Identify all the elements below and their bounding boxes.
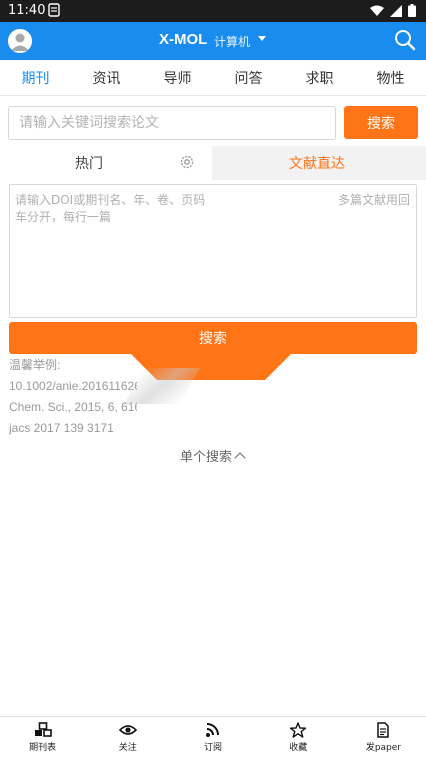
example-line: 10.1002/anie.201611626 xyxy=(9,379,137,393)
nav-journal-list[interactable]: 期刊表 xyxy=(0,717,85,758)
nav-label: 期刊表 xyxy=(29,743,57,753)
status-bar: 11:40 xyxy=(0,0,426,22)
bottom-nav: 期刊表 关注 订阅 收藏 发paper xyxy=(0,716,426,758)
sub-tabs: 热门 文献直达 xyxy=(0,146,426,180)
battery-icon xyxy=(408,4,416,17)
doi-placeholder-line2: 车分开，每行一篇 xyxy=(15,210,112,224)
nav-follow[interactable]: 关注 xyxy=(85,717,170,758)
chevron-up-icon xyxy=(234,451,246,464)
tab-hot[interactable]: 热门 xyxy=(0,146,212,180)
example-line: Chem. Sci., 2015, 6, 6165 xyxy=(9,400,137,414)
nav-label: 关注 xyxy=(118,743,137,753)
notification-icon xyxy=(48,3,60,20)
nav-label: 发paper xyxy=(365,743,401,753)
example-line: jacs 2017 139 3171 xyxy=(9,421,114,435)
doi-search-button[interactable]: 搜索 xyxy=(9,322,417,354)
eye-icon xyxy=(118,725,137,735)
examples: 温馨举例: 10.1002/anie.201611626 Chem. Sci.,… xyxy=(9,355,137,439)
app-bar: X-MOL 计算机 xyxy=(0,22,426,60)
nav-subscribe[interactable]: 订阅 xyxy=(170,717,255,758)
tab-news[interactable]: 资讯 xyxy=(85,68,129,88)
chevron-down-icon[interactable] xyxy=(258,36,266,41)
subject-selector[interactable]: 计算机 xyxy=(214,33,250,50)
examples-title: 温馨举例: xyxy=(9,358,61,372)
doi-placeholder-right: 多篇文献用回 xyxy=(337,193,410,207)
tab-journal[interactable]: 期刊 xyxy=(14,68,58,88)
tab-direct-label: 文献直达 xyxy=(289,156,345,172)
wifi-icon xyxy=(370,5,384,16)
tab-jobs[interactable]: 求职 xyxy=(298,68,342,88)
tab-properties[interactable]: 物性 xyxy=(369,68,413,88)
search-icon[interactable] xyxy=(394,29,416,51)
tab-qa[interactable]: 问答 xyxy=(227,68,271,88)
nav-post-paper[interactable]: 发paper xyxy=(341,717,426,758)
nav-favorites[interactable]: 收藏 xyxy=(256,717,341,758)
search-button[interactable]: 搜索 xyxy=(344,106,418,139)
doi-textarea[interactable]: 请输入DOI或期刊名、年、卷、页码 多篇文献用回 车分开，每行一篇 xyxy=(9,184,417,318)
search-input[interactable] xyxy=(8,106,336,140)
document-icon xyxy=(377,722,390,738)
nav-label: 订阅 xyxy=(204,743,223,753)
tab-supervisor[interactable]: 导师 xyxy=(156,68,200,88)
app-brand: X-MOL xyxy=(159,31,208,48)
tab-hot-label: 热门 xyxy=(75,156,103,172)
single-search-label: 单个搜索 xyxy=(180,450,233,465)
signal-icon xyxy=(390,4,402,17)
doi-placeholder-line1: 请输入DOI或期刊名、年、卷、页码 xyxy=(15,193,206,207)
user-icon xyxy=(8,29,32,53)
tab-direct-access[interactable]: 文献直达 xyxy=(212,146,426,180)
rss-icon xyxy=(206,723,219,737)
single-search-toggle[interactable]: 单个搜索 xyxy=(180,446,246,465)
gear-icon[interactable] xyxy=(179,154,195,170)
star-icon xyxy=(290,722,307,738)
category-tabs: 期刊 资讯 导师 问答 求职 物性 xyxy=(0,60,426,96)
nav-label: 收藏 xyxy=(289,743,308,753)
search-row: 搜索 xyxy=(8,106,418,140)
avatar[interactable] xyxy=(8,29,32,53)
cubes-icon xyxy=(34,722,52,737)
status-time: 11:40 xyxy=(8,3,46,18)
